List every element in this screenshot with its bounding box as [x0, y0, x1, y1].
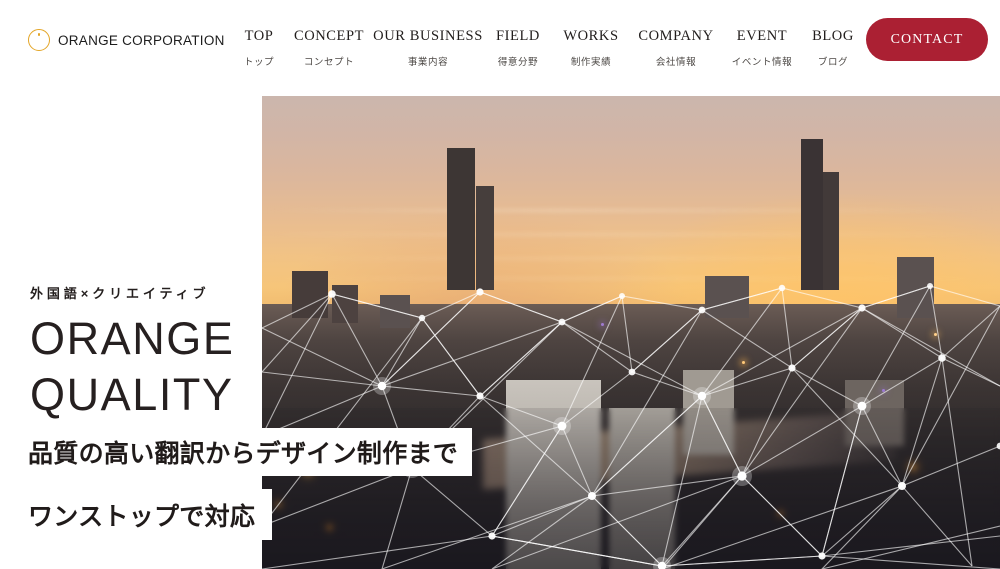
nav-label-jp: 得意分野 — [497, 57, 539, 68]
nav-item-our-business[interactable]: OUR BUSINESS 事業内容 — [372, 28, 484, 68]
hero-title: ORANGE QUALITY — [30, 316, 234, 417]
hero-kicker: 外国語×クリエイティブ — [30, 286, 210, 301]
network-overlay — [262, 283, 1000, 569]
nav-item-event[interactable]: EVENT イベント情報 — [722, 28, 802, 68]
contact-button[interactable]: CONTACT — [866, 18, 988, 61]
nav-label-en: BLOG — [812, 28, 854, 44]
hero-title-line1: ORANGE — [30, 313, 235, 364]
hero-image — [262, 96, 1000, 569]
nav-label-jp: 制作実績 — [570, 57, 612, 68]
main-navigation: TOP トップ CONCEPT コンセプト OUR BUSINESS 事業内容 … — [232, 28, 864, 68]
nav-item-company[interactable]: COMPANY 会社情報 — [630, 28, 722, 68]
site-header: ORANGE CORPORATION TOP トップ CONCEPT コンセプト… — [0, 0, 1000, 96]
nav-label-en: FIELD — [496, 28, 540, 44]
nav-label-en: COMPANY — [638, 28, 714, 44]
hero-copy: 外国語×クリエイティブ ORANGE QUALITY — [30, 283, 234, 417]
logo-text: ORANGE CORPORATION — [58, 32, 225, 48]
nav-item-concept[interactable]: CONCEPT コンセプト — [286, 28, 372, 68]
nav-item-blog[interactable]: BLOG ブログ — [802, 28, 864, 68]
nav-label-en: CONCEPT — [293, 28, 365, 44]
hero-tagline-line1: 品質の高い翻訳からデザイン制作まで — [0, 428, 472, 476]
hero-title-line2: QUALITY — [30, 369, 234, 420]
nav-label-en: TOP — [244, 28, 274, 44]
nav-item-top[interactable]: TOP トップ — [232, 28, 286, 68]
nav-label-jp: 会社情報 — [655, 57, 697, 68]
hero-tagline-line2-text: ワンストップで対応 — [28, 502, 256, 531]
orange-circle-icon — [28, 29, 50, 51]
nav-label-en: WORKS — [563, 28, 619, 44]
contact-button-label: CONTACT — [890, 31, 964, 47]
nav-label-jp: 事業内容 — [407, 57, 449, 68]
nav-item-field[interactable]: FIELD 得意分野 — [484, 28, 552, 68]
site-logo[interactable]: ORANGE CORPORATION — [28, 29, 225, 51]
hero-tagline-line2: ワンストップで対応 — [0, 489, 272, 540]
hero-tagline-line1-text: 品質の高い翻訳からデザイン制作まで — [28, 440, 459, 468]
nav-item-works[interactable]: WORKS 制作実績 — [552, 28, 630, 68]
nav-label-jp: イベント情報 — [731, 57, 793, 68]
nav-label-jp: トップ — [243, 57, 275, 68]
nav-label-jp: コンセプト — [303, 57, 355, 68]
nav-label-jp: ブログ — [817, 57, 849, 68]
homepage: ORANGE CORPORATION TOP トップ CONCEPT コンセプト… — [0, 0, 1000, 569]
nav-label-en: EVENT — [736, 28, 788, 44]
nav-label-en: OUR BUSINESS — [373, 28, 483, 44]
